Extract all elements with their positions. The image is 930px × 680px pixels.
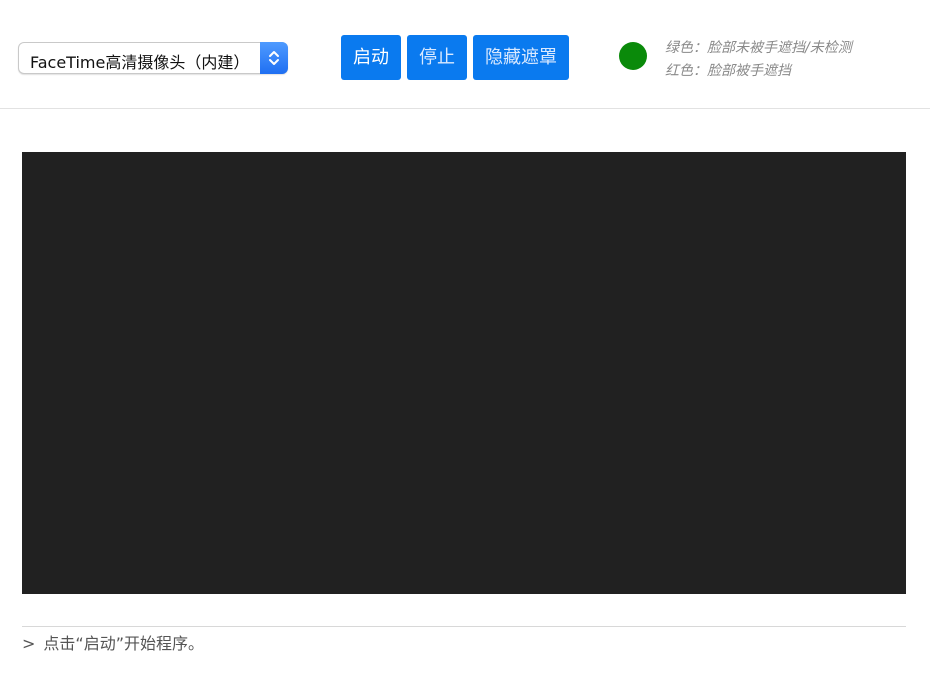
legend-red: 红色：脸部被手遮挡 xyxy=(665,63,791,79)
log-divider xyxy=(22,626,906,627)
start-button[interactable]: 启动 xyxy=(341,35,401,80)
select-arrows-icon xyxy=(260,42,288,74)
stop-button[interactable]: 停止 xyxy=(407,35,467,80)
camera-select-value: FaceTime高清摄像头（内建） xyxy=(30,53,250,72)
toolbar: FaceTime高清摄像头（内建） 启动 停止 隐藏遮罩 绿色：脸部未被手遮挡/… xyxy=(0,0,930,109)
log-message: 点击“启动”开始程序。 xyxy=(43,634,204,653)
camera-select[interactable]: FaceTime高清摄像头（内建） xyxy=(18,42,288,74)
video-canvas xyxy=(22,152,906,594)
status-legend: 绿色：脸部未被手遮挡/未检测 红色：脸部被手遮挡 xyxy=(665,37,852,83)
status-indicator-icon xyxy=(619,42,647,70)
log-prompt: > xyxy=(22,634,36,653)
log-line: > 点击“启动”开始程序。 xyxy=(22,630,204,654)
legend-green: 绿色：脸部未被手遮挡/未检测 xyxy=(665,40,852,56)
hide-mask-button[interactable]: 隐藏遮罩 xyxy=(473,35,569,80)
